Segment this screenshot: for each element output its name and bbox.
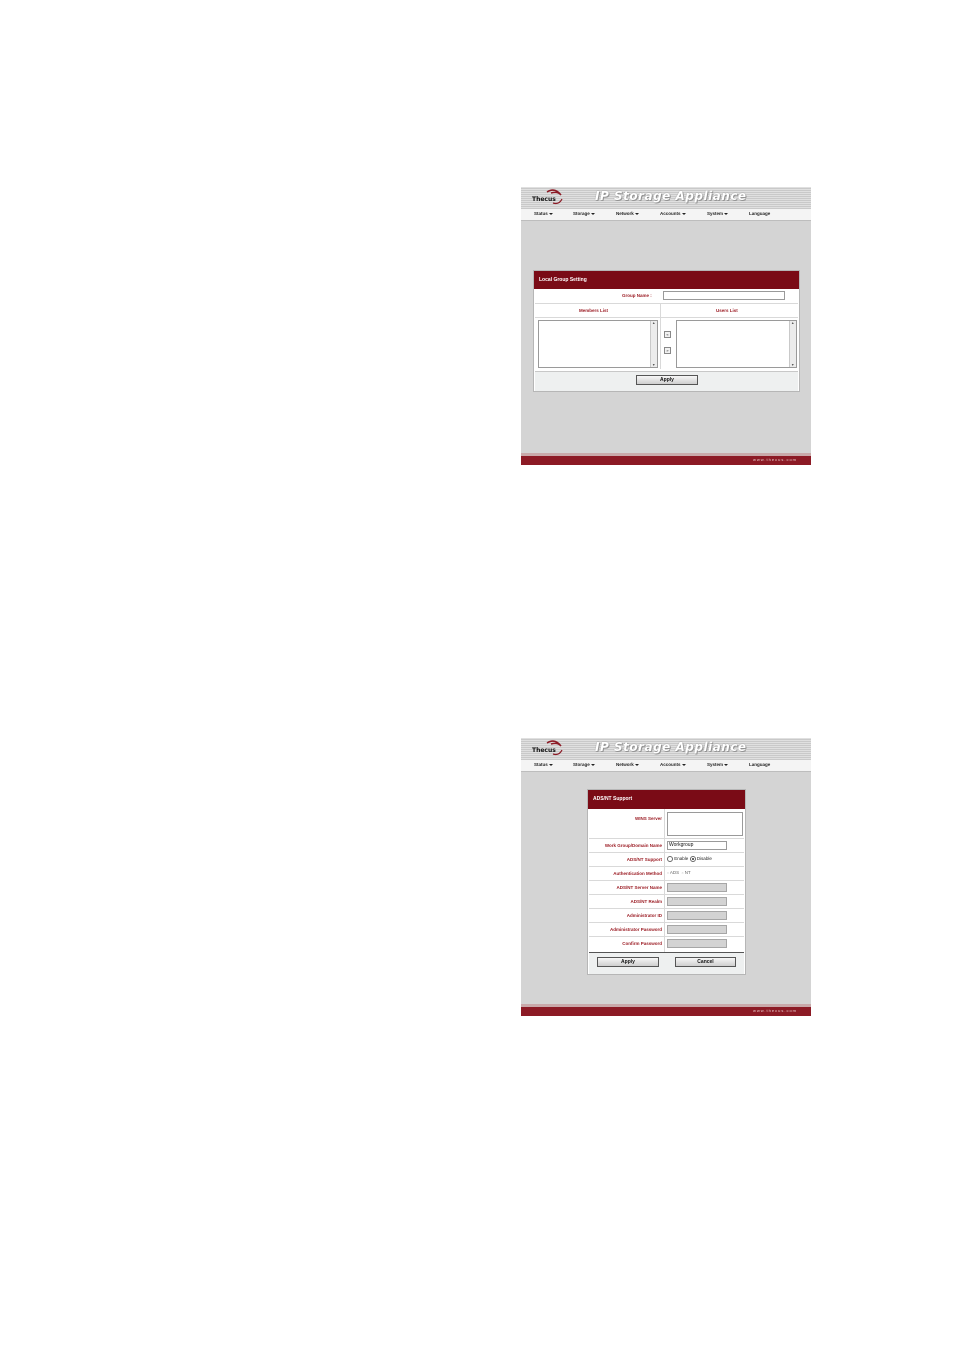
enable-label: Enable <box>674 856 689 862</box>
ads-nt-panel: ADS/NT Support WINS Server Work Group/Do… <box>587 789 746 975</box>
nt-radio-icon[interactable]: ○ <box>682 871 684 875</box>
ads-label: ADS <box>669 870 680 875</box>
chevron-down-icon <box>590 212 595 215</box>
panel-title: Local Group Setting <box>534 271 799 289</box>
app-banner: Thecus IP Storage Appliance <box>521 187 811 209</box>
ads-nt-support-options: Enable Disable <box>667 856 712 862</box>
menu-network[interactable]: Network <box>616 211 639 216</box>
screenshot-ads-nt-support: Thecus IP Storage Appliance Status Stora… <box>521 738 811 1016</box>
divider <box>589 866 744 867</box>
menu-storage[interactable]: Storage <box>573 762 595 767</box>
menu-language[interactable]: Language <box>749 211 770 216</box>
top-menu: Status Storage Network Accounts System L… <box>521 209 811 221</box>
menu-status[interactable]: Status <box>534 211 553 216</box>
server-name-label: ADS/NT Server Name <box>616 885 662 890</box>
confirm-password-label: Confirm Password <box>622 941 662 946</box>
divider <box>535 317 798 318</box>
members-listbox[interactable]: ▲ ▼ <box>538 320 658 368</box>
menu-accounts[interactable]: Accounts <box>660 211 686 216</box>
users-listbox[interactable]: ▲ ▼ <box>676 320 797 368</box>
workgroup-label: Work Group/Domain Name <box>604 843 662 848</box>
chevron-down-icon <box>724 763 729 766</box>
footer-bar: www.thecus.com <box>521 453 811 465</box>
menu-accounts[interactable]: Accounts <box>660 762 686 767</box>
menu-status[interactable]: Status <box>534 762 553 767</box>
divider <box>589 880 744 881</box>
divider <box>589 838 744 839</box>
chevron-down-icon <box>724 212 729 215</box>
menu-system[interactable]: System <box>707 211 729 216</box>
app-title: IP Storage Appliance <box>595 740 747 754</box>
screenshot-local-group-setting: Thecus IP Storage Appliance Status Stora… <box>521 187 811 465</box>
chevron-down-icon <box>548 763 553 766</box>
realm-label: ADS/NT Realm <box>630 899 662 904</box>
workgroup-input[interactable]: Workgroup <box>667 841 727 850</box>
menu-storage[interactable]: Storage <box>573 211 595 216</box>
auth-method-options: ○ ADS ○ NT <box>667 870 691 875</box>
disable-radio[interactable] <box>689 856 696 862</box>
divider <box>589 922 744 923</box>
divider <box>589 852 744 853</box>
move-right-button[interactable]: » <box>664 347 671 354</box>
nt-label: NT <box>684 870 691 875</box>
chevron-down-icon <box>681 212 686 215</box>
disable-label: Disable <box>696 856 712 862</box>
menu-system[interactable]: System <box>707 762 729 767</box>
divider <box>535 303 798 304</box>
admin-password-input[interactable] <box>667 925 727 934</box>
chevron-down-icon <box>634 212 639 215</box>
divider <box>660 303 661 369</box>
admin-id-label: Administrator ID <box>626 913 662 918</box>
divider <box>589 894 744 895</box>
app-banner: Thecus IP Storage Appliance <box>521 738 811 760</box>
footer-bar: www.thecus.com <box>521 1004 811 1016</box>
panel-title: ADS/NT Support <box>588 790 745 809</box>
cancel-button[interactable]: Cancel <box>675 957 736 967</box>
thecus-logo: Thecus <box>525 740 563 758</box>
group-name-input[interactable] <box>663 291 785 300</box>
menu-language[interactable]: Language <box>749 762 770 767</box>
ads-radio-icon[interactable]: ○ <box>667 871 669 875</box>
divider <box>589 908 744 909</box>
apply-button[interactable]: Apply <box>597 957 659 967</box>
wins-server-input[interactable] <box>667 812 743 836</box>
group-name-label: Group Name : <box>622 293 652 298</box>
move-left-button[interactable]: « <box>664 331 671 338</box>
chevron-down-icon <box>634 763 639 766</box>
enable-radio[interactable] <box>667 856 673 862</box>
footer-url: www.thecus.com <box>752 1008 797 1013</box>
app-title: IP Storage Appliance <box>595 189 747 203</box>
scrollbar[interactable]: ▲ ▼ <box>789 321 796 367</box>
admin-password-label: Administrator Password <box>609 927 662 932</box>
footer-url: www.thecus.com <box>752 457 797 462</box>
realm-input[interactable] <box>667 897 727 906</box>
thecus-logo: Thecus <box>525 189 563 207</box>
chevron-down-icon <box>548 212 553 215</box>
menu-network[interactable]: Network <box>616 762 639 767</box>
wins-server-label: WINS Server <box>634 816 662 821</box>
confirm-password-input[interactable] <box>667 939 727 948</box>
scrollbar[interactable]: ▲ ▼ <box>650 321 657 367</box>
logo-text: Thecus <box>532 196 556 203</box>
chevron-down-icon <box>681 763 686 766</box>
logo-text: Thecus <box>532 747 556 754</box>
members-list-label: Members List <box>579 308 609 313</box>
top-menu: Status Storage Network Accounts System L… <box>521 760 811 772</box>
server-name-input[interactable] <box>667 883 727 892</box>
local-group-panel: Local Group Setting Group Name : Members… <box>533 270 800 392</box>
admin-id-input[interactable] <box>667 911 727 920</box>
divider <box>589 936 744 937</box>
users-list-label: Users List <box>716 308 738 313</box>
chevron-down-icon <box>590 763 595 766</box>
apply-button[interactable]: Apply <box>636 375 698 385</box>
auth-method-label: Authentication Method <box>613 871 662 876</box>
ads-nt-support-label: ADS/NT Support <box>626 857 662 862</box>
